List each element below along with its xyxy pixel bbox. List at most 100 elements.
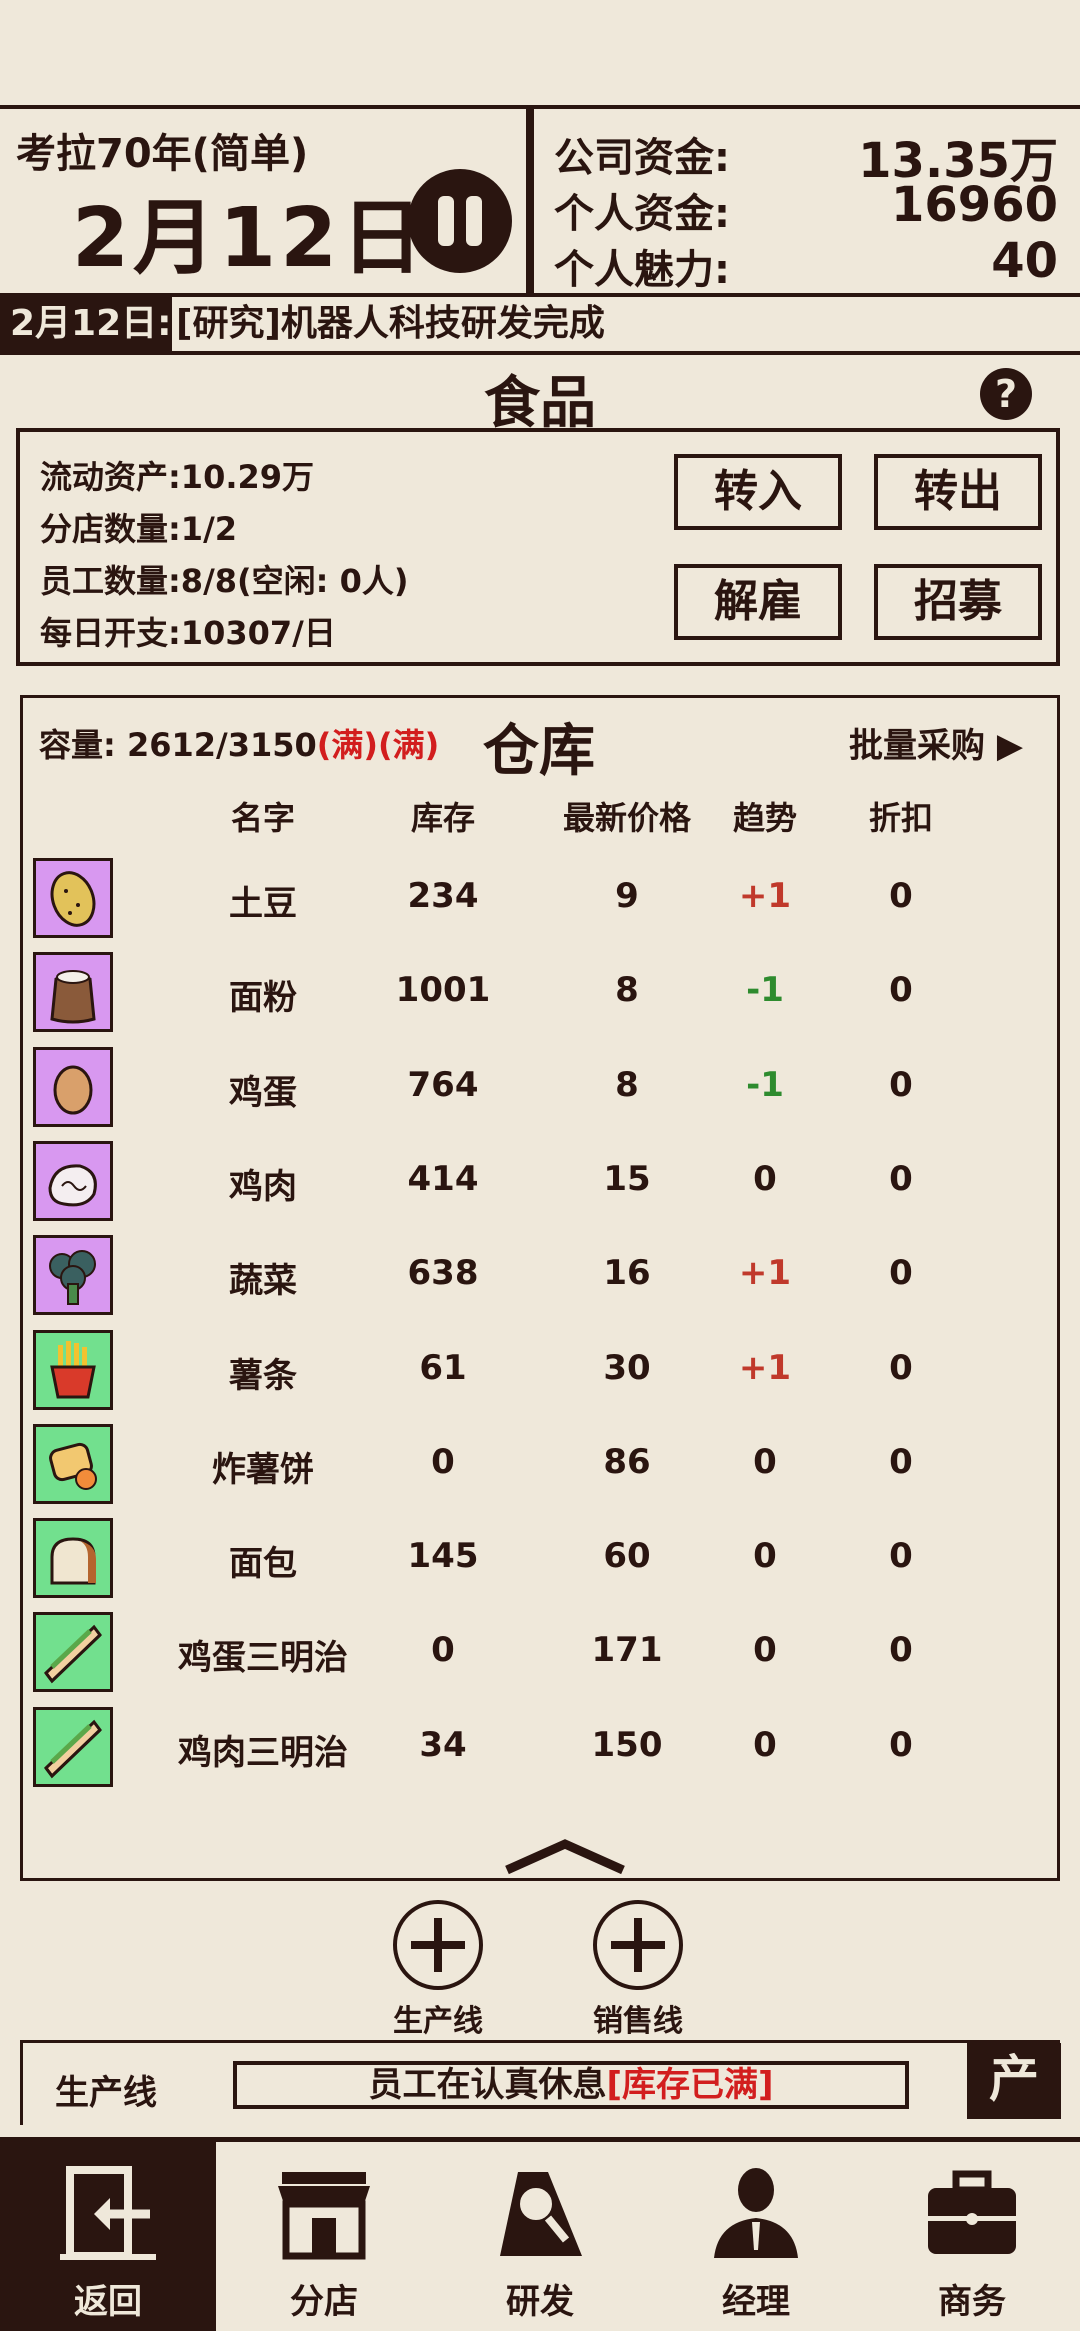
- personal-funds-value: 16960: [891, 177, 1058, 233]
- fries-icon: [33, 1330, 113, 1410]
- item-discount: 0: [889, 1065, 913, 1105]
- item-name: 鸡肉: [229, 1167, 297, 1207]
- item-discount: 0: [889, 1159, 913, 1199]
- daily-cost: 每日开支:10307/日: [40, 614, 336, 652]
- table-row[interactable]: 薯条 61 30 +1 0: [23, 1328, 1057, 1418]
- nav-back[interactable]: 返回: [0, 2142, 216, 2331]
- table-row[interactable]: 面包 145 60 0 0: [23, 1516, 1057, 1606]
- chicken-meat-icon: [33, 1141, 113, 1221]
- production-tab[interactable]: 产: [967, 2043, 1061, 2119]
- item-name: 鸡蛋三明治: [178, 1638, 348, 1678]
- briefcase-icon: [928, 2170, 1016, 2254]
- add-sales-line-button[interactable]: [593, 1900, 683, 1990]
- transfer-out-button[interactable]: 转出: [874, 454, 1042, 530]
- production-line-label: 生产线: [55, 2073, 157, 2113]
- item-stock: 61: [419, 1348, 467, 1388]
- add-production-line-label: 生产线: [393, 2004, 483, 2039]
- table-row[interactable]: 土豆 234 9 +1 0: [23, 856, 1057, 946]
- exit-door-icon: [60, 2166, 156, 2260]
- column-header-discount: 折扣: [868, 799, 933, 837]
- item-name: 炸薯饼: [212, 1450, 314, 1490]
- column-header-stock: 库存: [410, 799, 475, 837]
- add-production-line-button[interactable]: [393, 1900, 483, 1990]
- item-stock: 414: [407, 1159, 479, 1199]
- potato-icon: [33, 858, 113, 938]
- hash-brown-icon: [33, 1424, 113, 1504]
- nav-manager[interactable]: 经理: [648, 2142, 864, 2331]
- stock-full-flag: [库存已满]: [606, 2065, 774, 2105]
- nav-business-label: 商务: [938, 2282, 1006, 2322]
- date-panel: 考拉70年(简单) 2月12日: [0, 105, 530, 297]
- add-sales-line-label: 销售线: [593, 2004, 683, 2039]
- nav-branch[interactable]: 分店: [216, 2142, 432, 2331]
- pause-button[interactable]: [408, 169, 512, 273]
- fire-button[interactable]: 解雇: [674, 564, 842, 640]
- item-name: 鸡蛋: [229, 1073, 297, 1113]
- item-discount: 0: [889, 1536, 913, 1576]
- bottom-nav: 返回 分店 研发 经理 商务: [0, 2137, 1080, 2331]
- table-row[interactable]: 鸡蛋三明治 0 171 0 0: [23, 1610, 1057, 1700]
- item-name: 薯条: [229, 1356, 297, 1396]
- collapse-chevron-icon[interactable]: [503, 1836, 627, 1876]
- bulk-purchase-button[interactable]: 批量采购 ▶: [849, 718, 1023, 767]
- item-discount: 0: [889, 876, 913, 916]
- bread-icon: [33, 1518, 113, 1598]
- pause-icon: [438, 196, 454, 246]
- charm-label: 个人魅力:: [554, 247, 730, 293]
- personal-funds-label: 个人资金:: [554, 191, 730, 237]
- sandwich-icon: [33, 1707, 113, 1787]
- table-row[interactable]: 炸薯饼 0 86 0 0: [23, 1422, 1057, 1512]
- item-name: 土豆: [229, 884, 297, 924]
- item-stock: 34: [419, 1725, 467, 1765]
- transfer-in-button[interactable]: 转入: [674, 454, 842, 530]
- warehouse-capacity: 容量: 2612/3150(满)(满): [39, 726, 440, 764]
- broccoli-icon: [33, 1235, 113, 1315]
- nav-research-label: 研发: [506, 2282, 574, 2322]
- item-stock: 638: [407, 1253, 479, 1293]
- news-text: [研究]机器人科技研发完成: [176, 303, 605, 344]
- item-stock: 0: [431, 1442, 455, 1482]
- category-title: 食品: [484, 371, 596, 436]
- warehouse-title: 仓库: [483, 719, 595, 784]
- news-date: 2月12日:: [0, 297, 172, 351]
- table-row[interactable]: 鸡肉三明治 34 150 0 0: [23, 1705, 1057, 1795]
- branch-count: 分店数量:1/2: [40, 510, 238, 548]
- help-icon[interactable]: ?: [980, 368, 1032, 420]
- sandwich-icon: [33, 1612, 113, 1692]
- item-stock: 764: [407, 1065, 479, 1105]
- personal-funds-row: 个人资金: 16960: [554, 177, 1058, 237]
- news-ticker[interactable]: 2月12日: [研究]机器人科技研发完成: [0, 297, 1080, 355]
- company-funds-label: 公司资金:: [554, 135, 730, 181]
- nav-branch-label: 分店: [290, 2282, 358, 2322]
- research-magnifier-icon: [500, 2172, 582, 2256]
- business-info-panel: 流动资产:10.29万 分店数量:1/2 员工数量:8/8(空闲: 0人) 每日…: [16, 428, 1060, 666]
- flour-sack-icon: [33, 952, 113, 1032]
- item-name: 鸡肉三明治: [178, 1733, 348, 1773]
- column-header-name: 名字: [230, 799, 295, 837]
- production-line-bar[interactable]: 生产线 员工在认真休息[库存已满] 产: [20, 2040, 1061, 2125]
- storefront-icon: [278, 2172, 370, 2260]
- hire-button[interactable]: 招募: [874, 564, 1042, 640]
- item-name: 面包: [229, 1544, 297, 1584]
- current-date: 2月12日: [72, 191, 428, 286]
- table-row[interactable]: 鸡肉 414 15 0 0: [23, 1139, 1057, 1229]
- company-funds-row: 公司资金: 13.35万: [554, 125, 1058, 189]
- item-name: 蔬菜: [229, 1261, 297, 1301]
- table-row[interactable]: 蔬菜 638 16 +1 0: [23, 1233, 1057, 1323]
- employee-count: 员工数量:8/8(空闲: 0人): [40, 562, 409, 600]
- egg-icon: [33, 1047, 113, 1127]
- item-discount: 0: [889, 1725, 913, 1765]
- capacity-full-flag: (满)(满): [316, 726, 440, 764]
- funds-panel: 公司资金: 13.35万 个人资金: 16960 个人魅力: 40: [530, 105, 1080, 297]
- nav-research[interactable]: 研发: [432, 2142, 648, 2331]
- item-stock: 1001: [395, 970, 491, 1010]
- table-row[interactable]: 鸡蛋 764 8 -1 0: [23, 1045, 1057, 1135]
- item-discount: 0: [889, 970, 913, 1010]
- table-row[interactable]: 面粉 1001 8 -1 0: [23, 950, 1057, 1040]
- nav-business[interactable]: 商务: [864, 2142, 1080, 2331]
- production-status: 员工在认真休息[库存已满]: [233, 2061, 909, 2109]
- item-discount: 0: [889, 1630, 913, 1670]
- charm-value: 40: [991, 233, 1058, 289]
- item-stock: 145: [407, 1536, 479, 1576]
- warehouse-panel: 容量: 2612/3150(满)(满) 仓库 批量采购 ▶ 名字 库存 最新价格…: [20, 695, 1060, 1881]
